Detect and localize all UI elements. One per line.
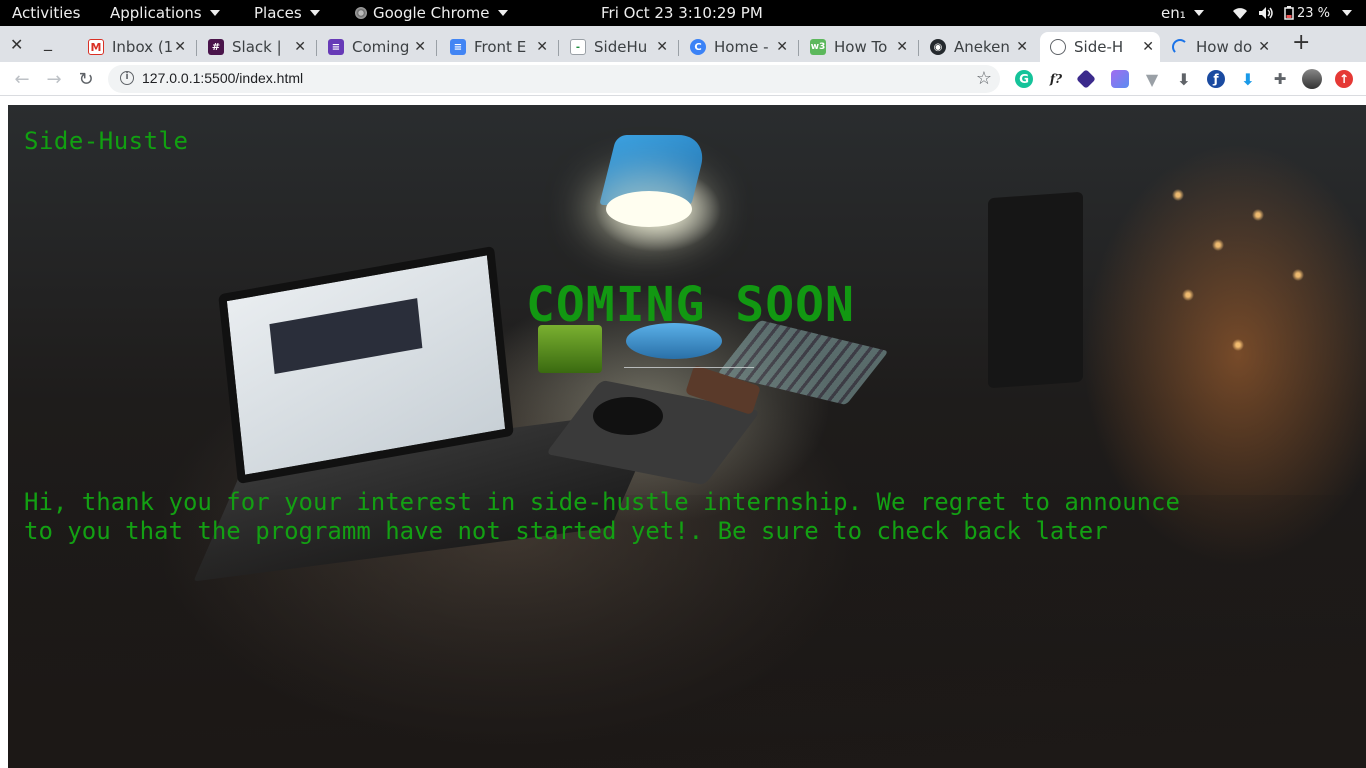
keyboard-layout-label: en₁ — [1161, 4, 1186, 22]
slack-icon: # — [208, 39, 224, 55]
wifi-icon — [1233, 8, 1247, 19]
extension-diamond-icon[interactable] — [1076, 69, 1096, 89]
page-viewport: Side-Hustle COMING SOON Hi, thank you fo… — [0, 97, 1366, 768]
close-icon[interactable]: ✕ — [414, 39, 426, 55]
page-icon: - — [570, 39, 586, 55]
tab-separator — [798, 40, 799, 56]
hero-background-image: Side-Hustle COMING SOON Hi, thank you fo… — [8, 105, 1366, 768]
tab-how-to[interactable]: w3 How To ✕ — [802, 32, 914, 62]
url-text[interactable]: 127.0.0.1:5500/index.html — [142, 70, 303, 86]
close-icon[interactable]: ✕ — [1016, 39, 1028, 55]
update-arrow-icon[interactable]: ↑ — [1335, 70, 1353, 88]
keyboard-layout-menu[interactable]: en₁ — [1161, 0, 1204, 26]
tab-how-do[interactable]: How do ✕ — [1164, 32, 1276, 62]
github-icon: ◉ — [930, 39, 946, 55]
extension-blue-circle-icon[interactable]: ƒ — [1207, 70, 1225, 88]
battery-icon — [1284, 6, 1294, 20]
close-icon[interactable]: ✕ — [1142, 39, 1154, 55]
places-label: Places — [254, 4, 302, 22]
download-icon[interactable]: ⬇ — [1175, 70, 1193, 89]
clock[interactable]: Fri Oct 23 3:10:29 PM — [601, 0, 763, 26]
tab-strip: ✕ _ M Inbox (1 ✕ # Slack | ✕ ≡ Coming ✕ … — [0, 26, 1366, 62]
canva-icon: C — [690, 39, 706, 55]
puzzle-extensions-icon[interactable]: ✚ — [1271, 70, 1289, 88]
close-icon[interactable]: ✕ — [536, 39, 548, 55]
heading-divider — [624, 367, 754, 368]
lamp-light-shape — [606, 191, 692, 227]
close-icon[interactable]: ✕ — [1258, 39, 1270, 55]
tab-side-hustle-active[interactable]: Side-H ✕ — [1040, 32, 1160, 62]
mouse-shape — [593, 397, 663, 435]
forward-arrow-icon[interactable]: → — [42, 67, 66, 91]
whatfont-icon[interactable]: f? — [1047, 70, 1065, 88]
download-arrow-icon[interactable]: ⬇ — [1239, 70, 1257, 89]
chevron-down-icon — [209, 10, 220, 16]
activities-button[interactable]: Activities — [12, 0, 80, 26]
battery-indicator: 23 % — [1284, 6, 1330, 21]
new-tab-plus-icon[interactable]: + — [1292, 30, 1310, 55]
gmail-icon: M — [88, 39, 104, 55]
tab-slack[interactable]: # Slack | ✕ — [200, 32, 312, 62]
extension-gradient-icon[interactable] — [1111, 70, 1129, 88]
tab-separator — [558, 40, 559, 56]
grammarly-icon[interactable]: G — [1015, 70, 1033, 88]
tab-github[interactable]: ◉ Aneken ✕ — [922, 32, 1034, 62]
reload-icon[interactable]: ↻ — [74, 67, 98, 91]
notice-line-2: to you that the programm have not starte… — [24, 517, 1108, 545]
globe-icon — [1050, 39, 1066, 55]
tab-separator — [196, 40, 197, 56]
tab-inbox[interactable]: M Inbox (1 ✕ — [80, 32, 192, 62]
notice-line-1: Hi, thank you for your interest in side-… — [24, 488, 1180, 516]
browser-toolbar: ← → ↻ i 127.0.0.1:5500/index.html ☆ G f?… — [0, 62, 1366, 96]
tab-coming[interactable]: ≡ Coming ✕ — [320, 32, 432, 62]
loading-icon — [1172, 39, 1188, 55]
active-app-label: Google Chrome — [373, 4, 490, 22]
tab-separator — [316, 40, 317, 56]
tab-separator — [678, 40, 679, 56]
coming-soon-heading: COMING SOON — [526, 277, 855, 333]
bookmark-star-icon[interactable]: ☆ — [976, 68, 992, 89]
close-icon[interactable]: ✕ — [174, 39, 186, 55]
activities-label: Activities — [12, 4, 81, 22]
site-info-icon[interactable]: i — [120, 71, 134, 85]
system-status-menu[interactable]: 23 % — [1232, 0, 1353, 26]
tab-home[interactable]: C Home - ✕ — [682, 32, 794, 62]
applications-label: Applications — [110, 4, 202, 22]
vue-devtools-icon[interactable]: ▼ — [1143, 70, 1161, 89]
tab-front-end[interactable]: ≡ Front E ✕ — [442, 32, 554, 62]
system-top-bar: Activities Applications Places Google Ch… — [0, 0, 1366, 26]
chevron-down-icon — [497, 10, 508, 16]
volume-icon — [1259, 7, 1273, 19]
clock-label: Fri Oct 23 3:10:29 PM — [601, 4, 763, 22]
chevron-down-icon — [1342, 10, 1353, 16]
address-bar[interactable]: i 127.0.0.1:5500/index.html ☆ — [108, 65, 1000, 93]
close-icon[interactable]: ✕ — [776, 39, 788, 55]
codepen-icon: w3 — [810, 39, 826, 55]
close-window-icon[interactable]: ✕ — [10, 35, 23, 54]
forms-icon: ≡ — [328, 39, 344, 55]
tab-sidehustle[interactable]: - SideHu ✕ — [562, 32, 674, 62]
applications-menu[interactable]: Applications — [110, 0, 220, 26]
places-menu[interactable]: Places — [254, 0, 320, 26]
active-app-menu[interactable]: Google Chrome — [355, 0, 508, 26]
close-icon[interactable]: ✕ — [896, 39, 908, 55]
speaker-shape — [988, 191, 1083, 389]
notice-message: Hi, thank you for your interest in side-… — [24, 488, 1264, 546]
close-icon[interactable]: ✕ — [294, 39, 306, 55]
string-lights-shape — [1148, 155, 1328, 415]
tab-separator — [918, 40, 919, 56]
battery-label: 23 % — [1297, 5, 1331, 21]
back-arrow-icon[interactable]: ← — [10, 67, 34, 91]
laptop-banner-shape — [269, 298, 423, 374]
close-icon[interactable]: ✕ — [656, 39, 668, 55]
chevron-down-icon — [309, 10, 320, 16]
site-brand: Side-Hustle — [24, 127, 189, 155]
docs-icon: ≡ — [450, 39, 466, 55]
chrome-icon — [355, 7, 367, 19]
tab-separator — [436, 40, 437, 56]
minimize-window-icon[interactable]: _ — [44, 32, 52, 51]
avatar[interactable] — [1302, 69, 1322, 89]
chevron-down-icon — [1193, 10, 1204, 16]
